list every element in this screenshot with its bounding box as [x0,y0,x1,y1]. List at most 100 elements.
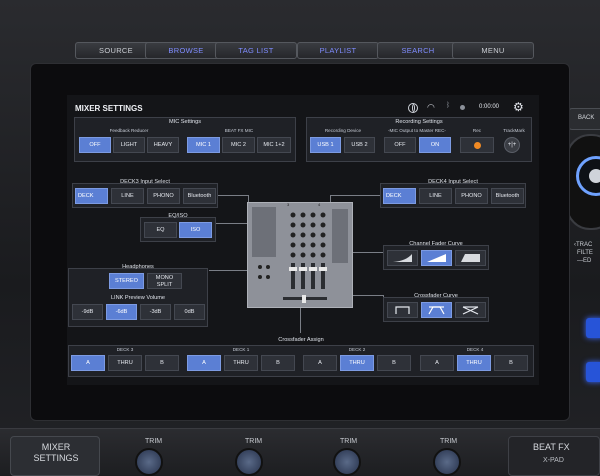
curve-fast-icon [461,254,480,262]
deck2-assign-b[interactable]: B [377,355,411,371]
deck3-assign-thru[interactable]: THRU [108,355,142,371]
x-pad-label: X-PAD [543,457,564,464]
link-preview-label: LINK Preview Volume [110,295,166,301]
touch-screen: MIXER SETTINGS ◠ ᛒ 0:00:00 ⚙ MIC Setting… [67,95,539,385]
deck2-assign-label: DECK 2 [348,347,366,352]
feedback-heavy-button[interactable]: HEAVY [147,137,179,153]
trim-knob-icon[interactable] [135,448,163,476]
side-pad-button[interactable] [586,318,600,338]
back-button[interactable]: BACK [568,108,600,130]
connector-line [330,195,331,202]
mixer-channels-icon [252,207,348,303]
beat-fx-mic-label: BEAT FX MIC [224,128,254,133]
crossfader-sharp-button[interactable] [387,302,418,318]
mixer-settings-button[interactable]: MIXER SETTINGS [10,436,100,476]
rotary-center-icon [589,169,600,183]
deck4-input-title: DECK4 Input Select [428,179,478,185]
rec-dot-icon [474,142,481,149]
beat-fx-mic12-button[interactable]: MIC 1+2 [257,137,291,153]
beat-fx-label: BEAT FX [533,442,570,452]
deck4-phono-button[interactable]: PHONO [455,188,488,204]
eq-button[interactable]: EQ [144,222,177,238]
deck4-assign-thru[interactable]: THRU [457,355,491,371]
master-rec-off-button[interactable]: OFF [384,137,416,153]
deck1-assign-thru[interactable]: THRU [224,355,258,371]
trackmark-icon[interactable]: +|+ [504,137,520,153]
link-6db-button[interactable]: -6dB [106,304,137,320]
deck3-bluetooth-button[interactable]: Bluetooth [183,188,216,204]
deck2-assign-thru[interactable]: THRU [340,355,374,371]
headphones-title: Headphones [122,264,154,270]
stereo-button[interactable]: STEREO [109,273,144,289]
rec-button[interactable] [460,137,494,153]
deck3-input-title: DECK3 Input Select [120,179,170,185]
deck1-assign-b[interactable]: B [261,355,295,371]
eqiso-title: EQ/ISO [168,213,188,219]
channel-fader-curve-title: Channel Fader Curve [409,241,463,247]
connector-line [300,308,301,333]
menu-button[interactable]: MENU [452,42,534,59]
mic-settings-title: MIC Settings [168,119,202,125]
fader-curve-fast-button[interactable] [455,250,486,266]
xf-sharp-icon [395,306,410,314]
deck3-assign-label: DECK 3 [116,347,134,352]
trim-label-3: TRIM [340,438,358,445]
deck1-assign-a[interactable]: A [187,355,221,371]
deck3-assign-b[interactable]: B [145,355,179,371]
deck3-phono-button[interactable]: PHONO [147,188,180,204]
deck3-line-button[interactable]: LINE [111,188,144,204]
deck4-line-button[interactable]: LINE [419,188,452,204]
track-label: ‹TRAC [574,242,593,248]
rotary-selector[interactable] [566,134,600,230]
deck2-assign-a[interactable]: A [303,355,337,371]
deck4-deck-button[interactable]: DECK [383,188,416,204]
time-display: 0:00:00 [479,104,500,110]
deck4-bluetooth-button[interactable]: Bluetooth [491,188,524,204]
connector-line [216,223,247,224]
connector-line [330,195,380,196]
fader-curve-linear-button[interactable] [421,250,452,266]
deck4-assign-a[interactable]: A [420,355,454,371]
feedback-light-button[interactable]: LIGHT [113,137,145,153]
curve-linear-icon [427,254,446,262]
iso-button[interactable]: ISO [179,222,212,238]
connector-line [353,252,383,253]
usb2-button[interactable]: USB 2 [344,137,375,153]
master-rec-on-button[interactable]: ON [419,137,451,153]
deck3-deck-button[interactable]: DECK [75,188,108,204]
link-0db-button[interactable]: 0dB [174,304,205,320]
mono-split-button[interactable]: MONO SPLIT [147,273,182,289]
link-9db-button[interactable]: -9dB [72,304,103,320]
beat-fx-mic1-button[interactable]: MIC 1 [187,137,220,153]
tag-list-button[interactable]: TAG LIST [215,42,297,59]
feedback-reducer-label: Feedback Reducer [109,128,149,133]
wifi-icon: ◠ [427,102,435,112]
trim-knob-icon[interactable] [235,448,263,476]
connector-line [209,270,247,271]
deck4-assign-b[interactable]: B [494,355,528,371]
mixer-settings-line2: SETTINGS [33,453,79,463]
deck1-assign-label: DECK 1 [232,347,250,352]
mic-output-master-label: -MIC Output to Master REC- [388,128,446,133]
deck4-assign-label: DECK 4 [466,347,484,352]
xf-medium-icon [428,306,445,315]
crossfader-assign-title: Crossfader Assign [278,337,324,343]
crossfader-curve-title: Crossfader Curve [414,293,458,299]
crossfader-smooth-button[interactable] [455,302,486,318]
gear-icon[interactable]: ⚙ [513,100,524,114]
trim-knob-icon[interactable] [333,448,361,476]
feedback-off-button[interactable]: OFF [79,137,111,153]
rec-label: Rec [472,128,482,133]
trim-knob-icon[interactable] [433,448,461,476]
playlist-button[interactable]: PLAYLIST [297,42,379,59]
fader-curve-slow-button[interactable] [387,250,418,266]
search-button[interactable]: SEARCH [377,42,459,59]
crossfader-medium-button[interactable] [421,302,452,318]
link-3db-button[interactable]: -3dB [140,304,171,320]
deck3-assign-a[interactable]: A [71,355,105,371]
side-pad-button-2[interactable] [586,362,600,382]
filter-label: FILTE [577,250,593,256]
usb1-button[interactable]: USB 1 [310,137,341,153]
connector-line [353,295,383,296]
beat-fx-mic2-button[interactable]: MIC 2 [222,137,255,153]
